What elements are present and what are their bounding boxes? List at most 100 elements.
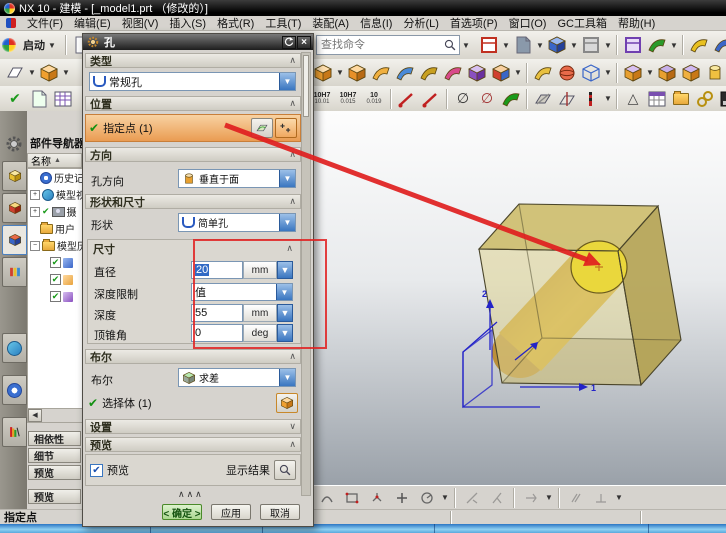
datum-axis-button[interactable] (556, 88, 578, 110)
hole-dialog-title-bar[interactable]: 孔 × (83, 34, 313, 50)
tip-angle-options-button[interactable]: ▼ (277, 324, 293, 342)
menu-item-gc-toolbox[interactable]: GC工具箱 (557, 15, 607, 31)
select-body-button[interactable] (276, 393, 298, 413)
diameter-dim-button[interactable]: ∅ (452, 88, 474, 110)
window-cascade-button[interactable] (622, 34, 644, 56)
search-icon[interactable] (443, 38, 457, 52)
depth-input[interactable]: 55 (191, 304, 243, 322)
shaded-view-button[interactable] (546, 34, 568, 56)
radial-dim-button[interactable]: ∅ (476, 88, 498, 110)
notebook-button[interactable] (28, 88, 50, 110)
start-button[interactable]: 启动▼ (18, 35, 61, 55)
diameter-options-button[interactable]: ▼ (277, 261, 293, 279)
sphere-button[interactable] (556, 62, 578, 84)
wireframe-cube-button[interactable] (580, 62, 602, 84)
tip-angle-unit[interactable]: deg (243, 324, 277, 342)
diameter-input[interactable]: 20 (191, 261, 243, 279)
tolerance-button-3[interactable]: 10 0.019 (362, 88, 386, 110)
menu-item-analysis[interactable]: 分析(L) (403, 15, 438, 31)
expression-button[interactable]: ✔ (4, 88, 26, 110)
menu-item-view[interactable]: 视图(V) (122, 15, 159, 31)
preview-secondary-panel-bar[interactable]: 预览 (28, 489, 81, 504)
snap-quadrant-button[interactable] (416, 487, 438, 509)
section-preview-header[interactable]: 预览∧ (85, 437, 301, 452)
window-layout-button[interactable] (478, 34, 500, 56)
trim-button[interactable] (442, 62, 464, 84)
tree-item-feature-2[interactable]: ✔ (28, 271, 83, 288)
select-body-row[interactable]: ✔ 选择体 (1) (85, 390, 301, 416)
chevron-down-icon[interactable]: ▼ (502, 41, 510, 50)
section-shape-size-header[interactable]: 形状和尺寸∧ (85, 194, 301, 209)
diameter-unit[interactable]: mm (243, 261, 277, 279)
chevron-down-icon[interactable]: ▼ (570, 41, 578, 50)
sweep-button[interactable] (370, 62, 392, 84)
display-window-button[interactable] (718, 88, 726, 110)
freeform-button[interactable] (418, 62, 440, 84)
section-settings-header[interactable]: 设置∨ (85, 419, 301, 434)
checkbox-checked-icon[interactable]: ✔ (50, 257, 61, 268)
dialog-reset-button[interactable] (282, 36, 296, 49)
details-panel-bar[interactable]: 细节 (28, 448, 81, 463)
section-position-header[interactable]: 位置∧ (85, 96, 301, 111)
chevron-down-icon[interactable]: ▼ (545, 493, 553, 502)
chevron-down-icon[interactable]: ▼ (441, 493, 449, 502)
tolerance-button-2[interactable]: 10H7 0.015 (336, 88, 360, 110)
view-operation-button[interactable] (646, 34, 668, 56)
part-family-button[interactable] (646, 88, 668, 110)
section-type-header[interactable]: 类型∧ (85, 53, 301, 68)
tree-item-cameras[interactable]: + ✔ 摄 (28, 203, 83, 220)
pattern-feature-button[interactable] (622, 62, 644, 84)
point-set-button[interactable] (580, 88, 602, 110)
menu-item-assembly[interactable]: 装配(A) (312, 15, 349, 31)
chevron-down-icon[interactable]: ▼ (670, 41, 678, 50)
menu-item-insert[interactable]: 插入(S) (169, 15, 206, 31)
chevron-down-icon[interactable]: ▼ (615, 493, 623, 502)
cylinder-feature-button[interactable] (704, 62, 726, 84)
menu-item-edit[interactable]: 编辑(E) (74, 15, 111, 31)
roles-palette-tab[interactable] (2, 417, 27, 447)
checkbox-checked-icon[interactable]: ✔ (50, 274, 61, 285)
tree-item-history-mode[interactable]: 历史记 (28, 169, 83, 186)
chevron-down-icon[interactable]: ▼ (646, 68, 654, 77)
measure-angle-button[interactable] (420, 88, 442, 110)
snap-pole-button[interactable] (520, 487, 542, 509)
datum-plane-button[interactable] (532, 88, 554, 110)
part-navigator-tree[interactable]: 历史记 + 模型视 + ✔ 摄 用户 − 模型历 (27, 168, 84, 410)
assembly-navigator-tab[interactable] (2, 161, 27, 191)
snap-intersection-button[interactable] (391, 487, 413, 509)
section-dimensions-header[interactable]: 尺寸∧ (89, 241, 297, 256)
expand-icon[interactable]: + (30, 207, 40, 217)
measure-distance-button[interactable] (396, 88, 418, 110)
chevron-down-icon[interactable]: ▼ (604, 94, 612, 103)
snap-endpoint-button[interactable] (461, 487, 483, 509)
snap-midpoint-button[interactable] (486, 487, 508, 509)
key-button[interactable] (688, 34, 710, 56)
chevron-down-icon[interactable]: ▼ (28, 68, 36, 77)
cancel-button[interactable]: 取消 (260, 504, 300, 520)
point-dialog-button[interactable] (275, 118, 297, 138)
hole-direction-combo[interactable]: 垂直于面 ▼ (178, 169, 296, 188)
tree-item-feature-3[interactable]: ✔ (28, 288, 83, 305)
section-direction-header[interactable]: 方向∧ (85, 147, 301, 162)
show-result-button[interactable] (274, 460, 296, 480)
preview-checkbox[interactable]: ✔ (90, 464, 103, 477)
reuse-library-tab[interactable] (2, 257, 27, 287)
chevron-down-icon[interactable]: ▼ (536, 41, 544, 50)
depth-limit-combo[interactable]: 值 ▼ (191, 283, 293, 301)
ok-button[interactable]: < 确定 > (162, 504, 202, 520)
boolean-combo[interactable]: 求差 ▼ (178, 368, 296, 387)
checkbox-checked-icon[interactable]: ✔ (50, 291, 61, 302)
menu-item-information[interactable]: 信息(I) (360, 15, 392, 31)
dialog-collapse-handle[interactable]: ∧∧∧ (178, 489, 204, 500)
rings-button[interactable] (694, 88, 716, 110)
blend-button[interactable] (532, 62, 554, 84)
surface-button[interactable] (394, 62, 416, 84)
copy-feature-button[interactable] (680, 62, 702, 84)
search-options-chevron-icon[interactable]: ▼ (462, 41, 470, 50)
tip-angle-input[interactable]: 0 (191, 324, 243, 342)
chevron-down-icon[interactable]: ▼ (604, 68, 612, 77)
dependencies-panel-bar[interactable]: 相依性 (28, 431, 81, 446)
sketch-section-button[interactable] (251, 118, 273, 138)
expand-icon[interactable]: + (30, 190, 40, 200)
command-search-input[interactable] (319, 38, 443, 52)
